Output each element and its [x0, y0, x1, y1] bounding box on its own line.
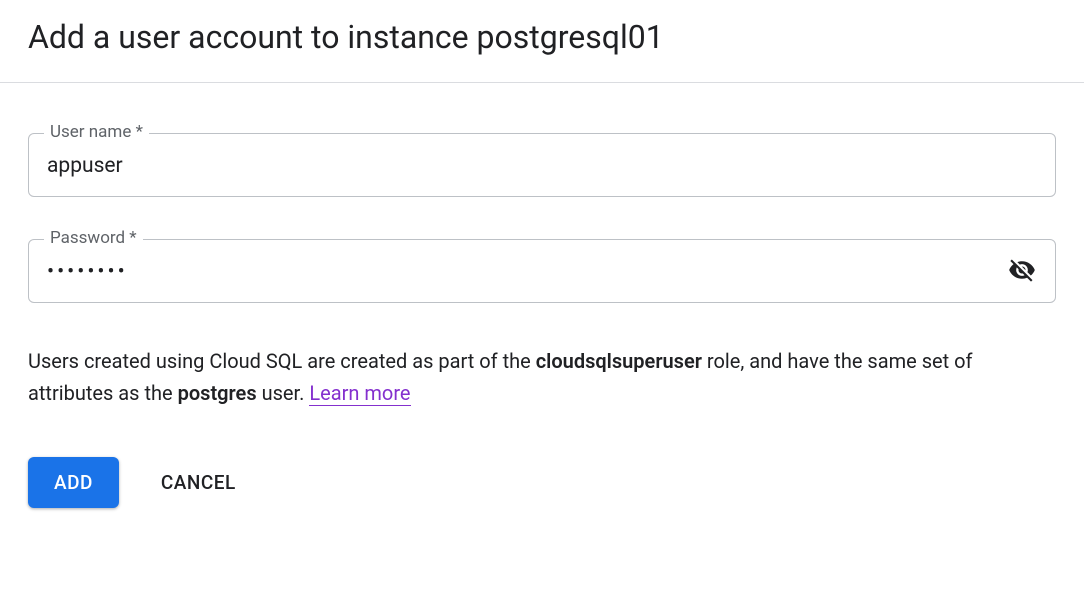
info-role-name: cloudsqlsuperuser	[536, 349, 702, 373]
form-content: User name * Password * Users created usi…	[0, 83, 1084, 536]
password-visibility-toggle[interactable]	[1006, 255, 1038, 287]
username-input[interactable]	[28, 133, 1056, 197]
info-user-name: postgres	[178, 381, 257, 405]
password-label: Password *	[44, 228, 143, 248]
username-label: User name *	[44, 122, 149, 142]
eye-off-icon	[1008, 256, 1036, 287]
cancel-button[interactable]: CANCEL	[161, 457, 236, 508]
add-button[interactable]: ADD	[28, 457, 119, 508]
password-field-wrapper: Password *	[28, 239, 1056, 303]
header-bar: Add a user account to instance postgresq…	[0, 0, 1084, 83]
button-row: ADD CANCEL	[28, 457, 1056, 508]
info-text-part3: user.	[257, 381, 310, 405]
info-text: Users created using Cloud SQL are create…	[28, 345, 1056, 409]
page-title: Add a user account to instance postgresq…	[28, 18, 1056, 56]
learn-more-link[interactable]: Learn more	[309, 381, 410, 406]
username-field-wrapper: User name *	[28, 133, 1056, 197]
info-text-part1: Users created using Cloud SQL are create…	[28, 349, 536, 373]
password-input[interactable]	[28, 239, 1056, 303]
